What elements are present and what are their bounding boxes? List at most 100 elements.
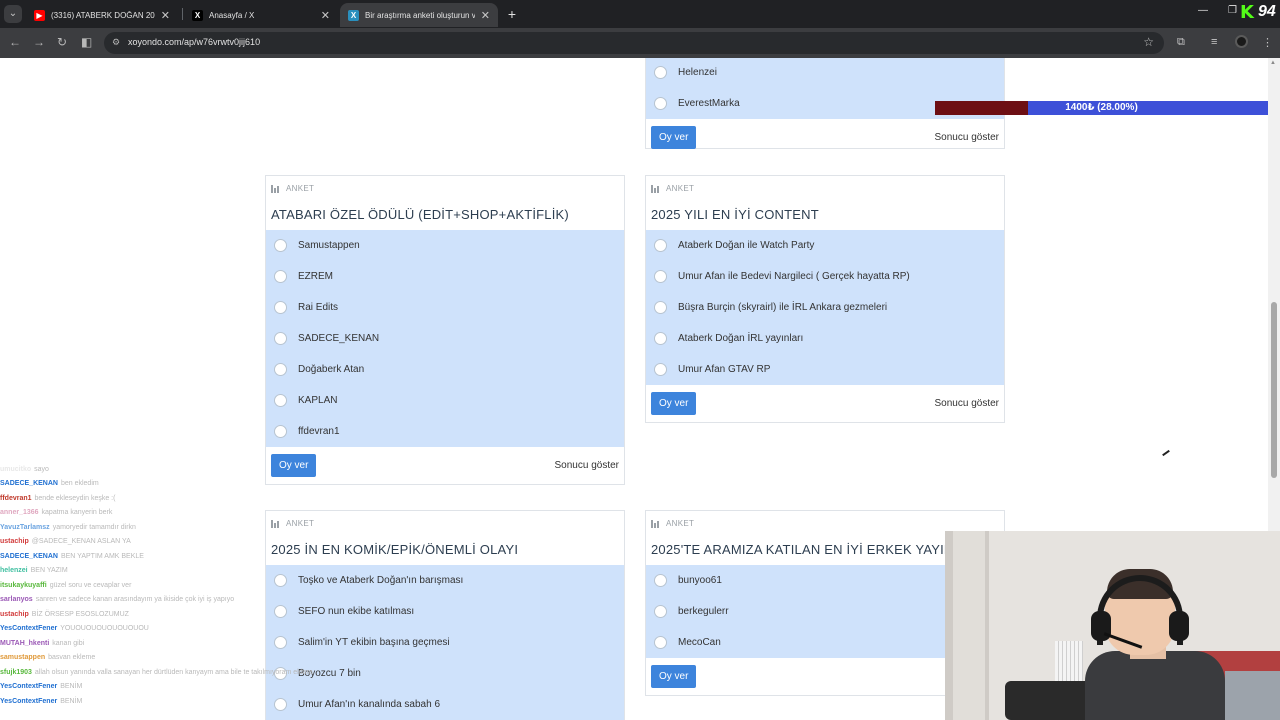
radio-button[interactable]	[274, 239, 287, 252]
poll-option[interactable]: Rai Edits	[266, 292, 624, 323]
vote-button[interactable]: Oy ver	[651, 665, 697, 688]
radio-button[interactable]	[654, 97, 667, 110]
poll-option[interactable]: Umur Afan'ın kanalında sabah 6	[266, 689, 624, 720]
minimize-icon[interactable]: —	[1198, 5, 1208, 16]
poll-title: 2025 İN EN KOMİK/EPİK/ÖNEMLİ OLAYI	[271, 542, 519, 557]
radio-button[interactable]	[654, 66, 667, 79]
chat-text: kapatma kanyerin berk	[41, 509, 113, 517]
poll-option[interactable]: Doğaberk Atan	[266, 354, 624, 385]
back-icon[interactable]: ←	[9, 35, 21, 49]
option-label: SEFO nun ekibe katılması	[298, 606, 415, 617]
vote-button[interactable]: Oy ver	[651, 126, 697, 149]
tab-xoyondo[interactable]: X Bir araştırma anketi oluşturun v ✕	[340, 3, 498, 27]
radio-button[interactable]	[274, 270, 287, 283]
chat-username: sfujk1903	[0, 668, 32, 676]
show-result-link[interactable]: Sonucu göster	[555, 460, 620, 471]
poll-option[interactable]: Umur Afan GTAV RP	[646, 354, 1004, 385]
kick-logo-icon: K	[1240, 2, 1254, 23]
radio-button[interactable]	[274, 363, 287, 376]
poll-options: Samustappen EZREM Rai Edits SADECE_KENAN…	[266, 230, 624, 447]
forward-icon[interactable]: →	[33, 35, 45, 49]
chat-username: ffdevran1	[0, 494, 32, 502]
poll-header: ANKET ATABARI ÖZEL ÖDÜLÜ (EDİT+SHOP+AKTİ…	[266, 176, 624, 230]
poll-option[interactable]: ffdevran1	[266, 416, 624, 447]
chat-username: ustachip	[0, 538, 29, 546]
tab-x[interactable]: X Anasayfa / X ✕	[184, 3, 338, 27]
address-bar[interactable]: ⚙ xoyondo.com/ap/w76vrwtv0jij610 ☆	[104, 32, 1164, 54]
poll-option[interactable]: Samustappen	[266, 230, 624, 261]
show-result-link[interactable]: Sonucu göster	[935, 398, 1000, 409]
bookmark-star-icon[interactable]: ☆	[1143, 35, 1154, 49]
media-icon[interactable]: ≡	[1211, 36, 1217, 48]
poll-option[interactable]: Boyozcu 7 bin	[266, 658, 624, 689]
poll-option[interactable]: KAPLAN	[266, 385, 624, 416]
chat-message: YesContextFener BENİM	[0, 694, 300, 709]
radio-button[interactable]	[654, 239, 667, 252]
radio-button[interactable]	[654, 363, 667, 376]
sidebar-icon[interactable]: ◧	[81, 35, 92, 49]
option-label: Umur Afan GTAV RP	[678, 364, 771, 375]
poll-option[interactable]: SADECE_KENAN	[266, 323, 624, 354]
poll-option[interactable]: EZREM	[266, 261, 624, 292]
poll-option[interactable]: Salim'in YT ekibin başına geçmesi	[266, 627, 624, 658]
chat-text: güzel soru ve cevaplar ver	[49, 581, 132, 589]
chat-text: BENİM	[60, 697, 83, 705]
chat-message: MUTAH_hkenti kanan gibi	[0, 636, 300, 651]
option-label: berkegulerr	[678, 606, 729, 617]
show-result-link[interactable]: Sonucu göster	[935, 132, 1000, 143]
chat-username: umucitko	[0, 465, 32, 473]
chat-message: ustachip @SADECE_KENAN ASLAN YA	[0, 535, 300, 550]
restore-icon[interactable]: ❐	[1228, 5, 1237, 16]
option-label: ffdevran1	[298, 426, 340, 437]
close-icon[interactable]: ✕	[481, 9, 490, 22]
radio-button[interactable]	[274, 332, 287, 345]
poll-option[interactable]: Helenzei	[646, 58, 1004, 88]
radio-button[interactable]	[274, 301, 287, 314]
close-icon[interactable]: ✕	[161, 9, 170, 22]
chat-username: anner_1366	[0, 509, 39, 517]
new-tab-button[interactable]: +	[503, 5, 521, 23]
poll-option[interactable]: Ataberk Doğan ile Watch Party	[646, 230, 1004, 261]
tab-title: (3316) ATABERK DOĞAN 2025 Ö	[51, 10, 155, 20]
radio-button[interactable]	[654, 605, 667, 618]
chat-text: ben ekledim	[60, 480, 99, 488]
site-info-icon[interactable]: ⚙	[112, 37, 120, 48]
vote-button[interactable]: Oy ver	[651, 392, 697, 415]
radio-button[interactable]	[654, 332, 667, 345]
option-label: Rai Edits	[298, 302, 339, 313]
radio-button[interactable]	[654, 574, 667, 587]
poll-option[interactable]: Umur Afan ile Bedevi Nargileci ( Gerçek …	[646, 261, 1004, 292]
poll-footer: Oy ver Sonucu göster	[646, 119, 1004, 156]
chat-message: helenzei BEN YAZIM	[0, 564, 300, 579]
option-label: Toşko ve Ataberk Doğan'ın barışması	[298, 575, 464, 586]
scroll-thumb[interactable]	[1271, 302, 1277, 478]
radio-button[interactable]	[654, 270, 667, 283]
tab-title: Bir araştırma anketi oluşturun v	[365, 10, 475, 20]
close-icon[interactable]: ✕	[321, 9, 330, 22]
radio-button[interactable]	[654, 636, 667, 649]
tab-search-icon[interactable]: ⌄	[4, 5, 22, 23]
reload-icon[interactable]: ↻	[57, 35, 67, 49]
poll-option[interactable]: Toşko ve Ataberk Doğan'ın barışması	[266, 565, 624, 596]
radio-button[interactable]	[654, 301, 667, 314]
poll-option[interactable]: SEFO nun ekibe katılması	[266, 596, 624, 627]
browser-tab-bar: ⌄ ▶ (3316) ATABERK DOĞAN 2025 Ö ✕ X Anas…	[0, 0, 1280, 28]
scroll-up-icon[interactable]: ▲	[1270, 60, 1276, 66]
profile-avatar[interactable]	[1235, 35, 1248, 48]
chat-username: MUTAH_hkenti	[0, 639, 50, 647]
radio-button[interactable]	[274, 394, 287, 407]
extensions-icon[interactable]: ⧉	[1177, 36, 1185, 49]
more-menu-icon[interactable]: ⋮	[1262, 36, 1273, 49]
chat-username: YesContextFener	[0, 697, 58, 705]
tab-youtube[interactable]: ▶ (3316) ATABERK DOĞAN 2025 Ö ✕	[26, 3, 178, 27]
poll-footer: Oy ver Sonucu göster	[646, 385, 1004, 422]
radio-button[interactable]	[274, 425, 287, 438]
chat-message: itsukaykuyaffi güzel soru ve cevaplar ver	[0, 578, 300, 593]
option-label: Ataberk Doğan İRL yayınları	[678, 333, 804, 344]
poll-option[interactable]: Ataberk Doğan İRL yayınları	[646, 323, 1004, 354]
chat-text: BİZ ÖRSESP ESOSLOZUMUZ	[31, 610, 129, 618]
poll-option[interactable]: Büşra Burçin (skyrairl) ile İRL Ankara g…	[646, 292, 1004, 323]
chat-username: YesContextFener	[0, 683, 58, 691]
webcam-door	[953, 531, 985, 720]
chat-text: sanren ve sadece kanan arasındayım ya ik…	[35, 596, 235, 604]
